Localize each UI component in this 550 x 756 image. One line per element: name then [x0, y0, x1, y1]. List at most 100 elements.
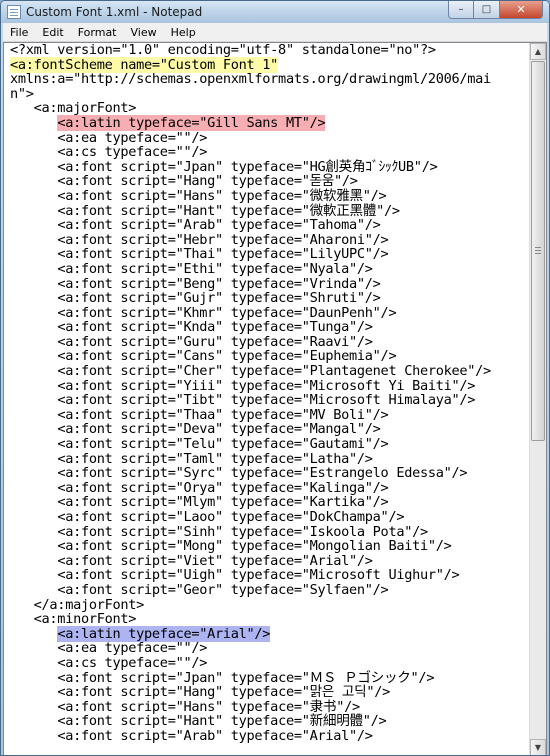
line-text: <a:font script="Sinh" typeface="Iskoola …: [57, 523, 428, 540]
text-line[interactable]: <a:font script="Mong" typeface="Mongolia…: [10, 539, 531, 554]
text-line[interactable]: <a:font script="Jpan" typeface="HG創英角ｺﾞｼ…: [10, 158, 531, 175]
text-line[interactable]: <a:font script="Thai" typeface="LilyUPC"…: [10, 247, 531, 262]
text-line[interactable]: <a:latin typeface="Arial"/>: [10, 625, 531, 642]
text-line[interactable]: <a:ea typeface=""/>: [10, 129, 531, 146]
text-line[interactable]: <a:font script="Khmr" typeface="DaunPenh…: [10, 304, 531, 321]
text-line[interactable]: <a:font script="Uigh" typeface="Microsof…: [10, 568, 531, 583]
line-text: <?xml version="1.0" encoding="utf-8" sta…: [10, 43, 436, 58]
text-line[interactable]: <a:font script="Hang" typeface="맑은 고딕"/>: [10, 685, 531, 700]
line-text: <a:font script="Orya" typeface="Kalinga"…: [57, 479, 389, 496]
text-line[interactable]: <a:ea typeface=""/>: [10, 641, 531, 656]
text-line[interactable]: <a:font script="Deva" typeface="Mangal"/…: [10, 422, 531, 437]
text-line[interactable]: <a:font script="Laoo" typeface="DokChamp…: [10, 510, 531, 525]
menu-file[interactable]: File: [3, 23, 35, 42]
line-text: <a:cs typeface=""/>: [57, 144, 208, 161]
text-line[interactable]: <a:font script="Arab" typeface="Tahoma"/…: [10, 218, 531, 233]
text-line[interactable]: xmlns:a="http://schemas.openxmlformats.o…: [10, 72, 531, 87]
menu-format[interactable]: Format: [71, 23, 124, 42]
scroll-up-button[interactable]: ▲: [530, 43, 546, 60]
text-line[interactable]: <a:minorFont>: [10, 612, 531, 627]
text-line[interactable]: </a:majorFont>: [10, 597, 531, 613]
text-line[interactable]: <a:font script="Viet" typeface="Arial"/>: [10, 553, 531, 569]
minimize-button[interactable]: –: [448, 1, 474, 19]
text-line[interactable]: <a:fontScheme name="Custom Font 1": [10, 56, 531, 73]
text-line[interactable]: <a:font script="Sinh" typeface="Iskoola …: [10, 523, 531, 540]
line-text: <a:font script="Hang" typeface="맑은 고딕"/>: [57, 684, 390, 701]
text-line[interactable]: <a:font script="Knda" typeface="Tunga"/>: [10, 320, 531, 335]
title-bar[interactable]: Custom Font 1.xml - Notepad – □ ✕: [1, 1, 549, 23]
menu-help[interactable]: Help: [164, 23, 203, 42]
text-line[interactable]: <a:font script="Hans" typeface="微软雅黑"/>: [10, 189, 531, 204]
line-text: xmlns:a="http://schemas.openxmlformats.o…: [10, 71, 491, 88]
line-text: <a:font script="Jpan" typeface="HG創英角ｺﾞｼ…: [57, 158, 438, 175]
text-line[interactable]: <a:font script="Hant" typeface="微軟正黑體"/>: [10, 202, 531, 219]
text-line[interactable]: <a:font script="Hant" typeface="新細明體"/>: [10, 714, 531, 729]
line-text: <a:font script="Arab" typeface="Tahoma"/…: [57, 217, 381, 234]
text-line[interactable]: <a:font script="Jpan" typeface="ＭＳ Ｐゴシック…: [10, 670, 531, 686]
text-line[interactable]: <a:font script="Orya" typeface="Kalinga"…: [10, 481, 531, 496]
text-line[interactable]: <a:font script="Ethi" typeface="Nyala"/>: [10, 262, 531, 277]
text-line[interactable]: <a:font script="Cher" typeface="Plantage…: [10, 364, 531, 379]
caption-buttons: – □ ✕: [448, 1, 543, 19]
text-line[interactable]: <a:cs typeface=""/>: [10, 656, 531, 671]
line-text: <a:font script="Mlym" typeface="Kartika"…: [57, 494, 389, 511]
line-text: <a:ea typeface=""/>: [57, 129, 208, 146]
text-line[interactable]: <a:cs typeface=""/>: [10, 145, 531, 160]
text-line[interactable]: <a:font script="Telu" typeface="Gautami"…: [10, 437, 531, 452]
text-line[interactable]: <?xml version="1.0" encoding="utf-8" sta…: [10, 43, 531, 58]
text-line[interactable]: <a:font script="Cans" typeface="Euphemia…: [10, 349, 531, 364]
text-line[interactable]: <a:font script="Gujr" typeface="Shruti"/…: [10, 291, 531, 306]
text-line[interactable]: <a:font script="Syrc" typeface="Estrange…: [10, 466, 531, 481]
maximize-button[interactable]: □: [474, 1, 500, 19]
notepad-app-icon[interactable]: [7, 5, 21, 19]
text-line[interactable]: <a:font script="Guru" typeface="Raavi"/>: [10, 335, 531, 350]
line-text: <a:font script="Mong" typeface="Mongolia…: [57, 538, 452, 555]
text-line[interactable]: <a:font script="Hang" typeface="돋움"/>: [10, 174, 531, 189]
line-text: <a:font script="Hang" typeface="돋움"/>: [57, 173, 358, 190]
vertical-scrollbar[interactable]: ▲ ▼: [529, 43, 546, 755]
text-line[interactable]: <a:majorFont>: [10, 101, 531, 116]
text-line[interactable]: <a:font script="Hans" typeface="隶书"/>: [10, 698, 531, 715]
text-content-area[interactable]: <?xml version="1.0" encoding="utf-8" sta…: [4, 43, 531, 755]
text-line[interactable]: <a:font script="Taml" typeface="Latha"/>: [10, 451, 531, 467]
line-text: <a:font script="Khmr" typeface="DaunPenh…: [57, 304, 397, 321]
menu-bar: File Edit Format View Help: [3, 23, 547, 42]
scroll-thumb[interactable]: [531, 61, 545, 441]
text-line[interactable]: <a:latin typeface="Gill Sans MT"/>: [10, 114, 531, 131]
close-button[interactable]: ✕: [500, 1, 543, 19]
line-text: <a:minorFont>: [33, 611, 137, 628]
line-text: <a:ea typeface=""/>: [57, 640, 208, 657]
text-line[interactable]: <a:font script="Mlym" typeface="Kartika"…: [10, 495, 531, 510]
text-editor[interactable]: <?xml version="1.0" encoding="utf-8" sta…: [3, 42, 547, 755]
text-line[interactable]: <a:font script="Arab" typeface="Arial"/>: [10, 729, 531, 744]
text-line[interactable]: <a:font script="Geor" typeface="Sylfaen"…: [10, 583, 531, 598]
text-line[interactable]: <a:font script="Hebr" typeface="Aharoni"…: [10, 232, 531, 248]
line-text: <a:font script="Telu" typeface="Gautami"…: [57, 436, 389, 453]
text-line[interactable]: <a:font script="Tibt" typeface="Microsof…: [10, 393, 531, 408]
line-text: <a:font script="Hans" typeface="隶书"/>: [57, 698, 360, 715]
text-line[interactable]: <a:font script="Yiii" typeface="Microsof…: [10, 378, 531, 394]
line-text: <a:font script="Hant" typeface="微軟正黑體"/>: [57, 202, 400, 219]
text-line[interactable]: n">: [10, 86, 531, 102]
menu-view[interactable]: View: [124, 23, 164, 42]
line-text: <a:font script="Arab" typeface="Arial"/>: [57, 727, 373, 744]
scroll-down-button[interactable]: ▼: [530, 739, 546, 755]
line-text: <a:latin typeface="Arial"/>: [57, 625, 271, 642]
text-line[interactable]: <a:font script="Thaa" typeface="MV Boli"…: [10, 408, 531, 423]
menu-edit[interactable]: Edit: [35, 23, 70, 42]
text-line[interactable]: <a:font script="Beng" typeface="Vrinda"/…: [10, 276, 531, 292]
